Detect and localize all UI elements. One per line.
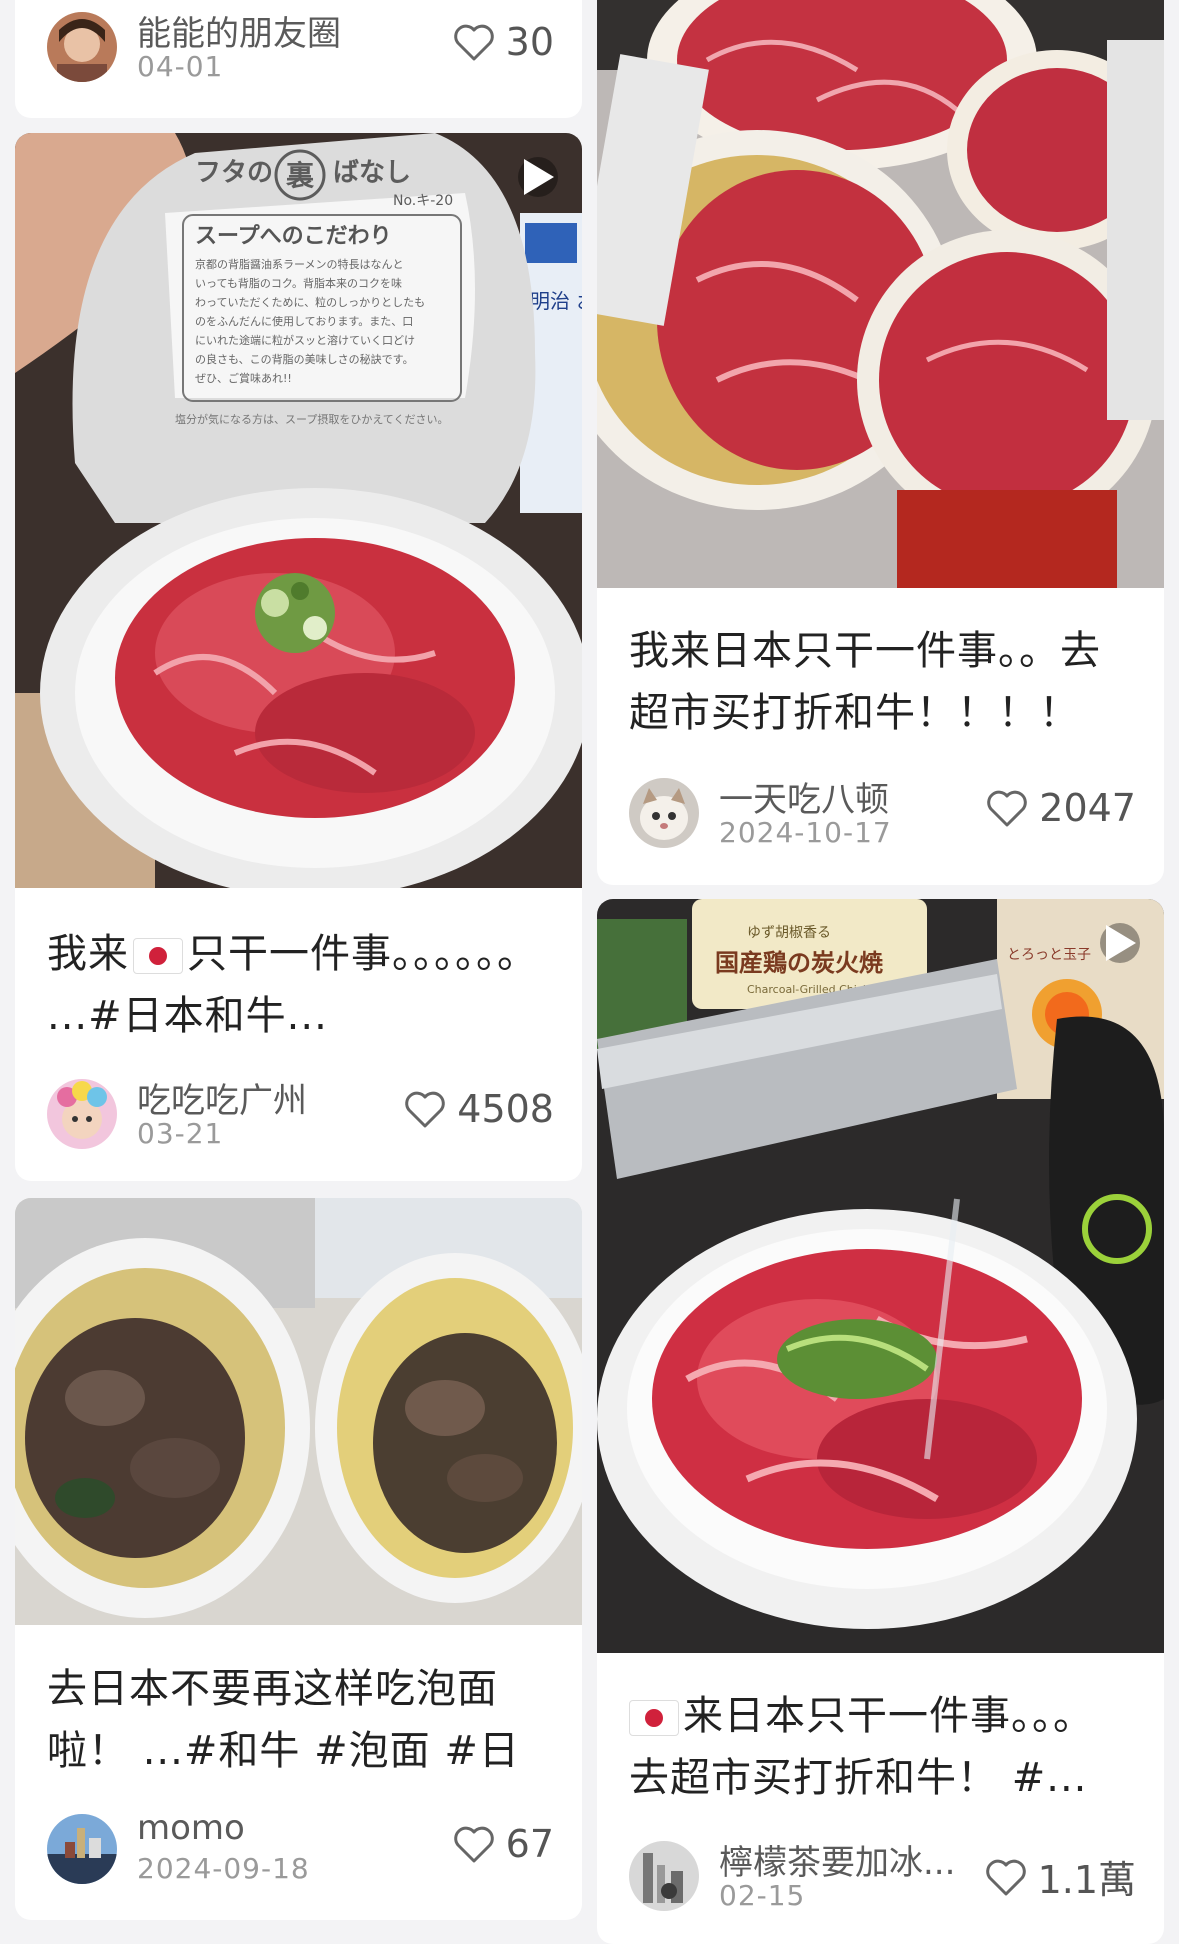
package-text: とろっと玉子	[1007, 947, 1091, 963]
lid-mark: 裏	[286, 159, 315, 192]
post-thumbnail[interactable]: ゆず胡椒香る 国産鶏の炭火焼 Charcoal-Grilled Chicken …	[597, 899, 1164, 1653]
avatar-image	[47, 1079, 117, 1149]
lid-line: の良さも、この背脂の美味しさの秘訣です。	[195, 352, 414, 366]
author-avatar[interactable]	[47, 12, 117, 82]
heart-outline-icon	[987, 790, 1028, 827]
author-name[interactable]: 一天吃八顿	[719, 772, 889, 821]
author-name[interactable]: 吃吃吃广州	[137, 1073, 307, 1122]
video-indicator	[1100, 923, 1140, 963]
avatar-image	[47, 12, 117, 82]
lid-line: にいれた途端に粒がスッと溶けていく口どけ	[195, 333, 415, 347]
post-card-5[interactable]: ゆず胡椒香る 国産鶏の炭火焼 Charcoal-Grilled Chicken …	[597, 899, 1164, 1944]
post-thumbnail[interactable]: 明治 おいしい牛乳 フタの 裏 ばなし No.キ-20 スープへのこだわり 京都…	[15, 133, 582, 888]
post-card-1[interactable]: 能能的朋友圈 04-01 30	[15, 0, 582, 118]
lid-brand: フタの	[195, 158, 273, 188]
like-count: 4508	[457, 1087, 554, 1131]
avatar-image	[629, 1841, 699, 1911]
post-title[interactable]: 我来日本只干一件事。。去超市买打折和牛！！！！ ...	[629, 620, 1134, 744]
author-avatar[interactable]	[629, 1841, 699, 1911]
heart-outline-icon	[405, 1091, 446, 1128]
food-photo: ゆず胡椒香る 国産鶏の炭火焼 Charcoal-Grilled Chicken …	[597, 899, 1164, 1653]
post-card-2[interactable]: 明治 おいしい牛乳 フタの 裏 ばなし No.キ-20 スープへのこだわり 京都…	[15, 133, 582, 1181]
lid-line: ぜひ、ご賞味あれ!!	[195, 371, 292, 385]
post-card-4[interactable]: 我来日本只干一件事。。去超市买打折和牛！！！！ ... 一天吃八顿 2024-1…	[597, 0, 1164, 885]
card-author-row: momo 2024-09-18 67	[47, 1808, 554, 1888]
heart-outline-icon	[453, 24, 494, 61]
post-title[interactable]: 去日本不要再这样吃泡面啦！ ...#和牛 #泡面 #日本	[47, 1658, 552, 1782]
food-photo	[15, 1198, 582, 1625]
lid-note: 塩分が気になる方は、スープ摂取をひかえてください。	[175, 412, 448, 426]
author-name[interactable]: 檸檬茶要加冰...	[719, 1835, 955, 1884]
author-avatar[interactable]	[47, 1079, 117, 1149]
post-title[interactable]: 我来 只干一件事。。。。。。 ...#日本和牛...	[47, 923, 552, 1047]
lid-line: わっていただくために、粒のしっかりとしたも	[195, 295, 425, 309]
author-avatar[interactable]	[47, 1814, 117, 1884]
author-name[interactable]: momo	[137, 1808, 245, 1848]
japan-flag-icon	[629, 1700, 679, 1736]
package-text: ゆず胡椒香る	[747, 925, 831, 941]
lid-line: 京都の背脂醤油系ラーメンの特長はなんと	[195, 257, 404, 271]
milk-box-text: 明治 おいしい牛乳	[530, 289, 582, 313]
post-date: 03-21	[137, 1117, 224, 1150]
like-count: 2047	[1039, 786, 1136, 830]
post-card-3[interactable]: 去日本不要再这样吃泡面啦！ ...#和牛 #泡面 #日本 momo 2024-0…	[15, 1198, 582, 1920]
title-text: 我来	[47, 931, 129, 977]
title-text: 来日本只干一件事。。。去超市买打折和牛！ #...	[629, 1693, 1094, 1801]
food-photo	[597, 0, 1164, 588]
post-thumbnail[interactable]	[597, 0, 1164, 588]
play-icon	[1106, 925, 1136, 961]
lid-line: のをふんだんに使用しております。また、口	[195, 315, 413, 328]
card-author-row: 檸檬茶要加冰... 02-15 1.1萬	[629, 1835, 1136, 1915]
play-icon	[524, 159, 554, 195]
lid-number: No.キ-20	[393, 193, 453, 209]
like-count: 67	[505, 1822, 554, 1866]
heart-outline-icon	[985, 1859, 1026, 1895]
like-button[interactable]: 4508	[403, 1087, 554, 1131]
video-indicator	[518, 157, 558, 197]
avatar-image	[47, 1814, 117, 1884]
post-date: 02-15	[719, 1879, 806, 1912]
like-button[interactable]: 1.1萬	[984, 1849, 1136, 1904]
food-photo: 明治 おいしい牛乳 フタの 裏 ばなし No.キ-20 スープへのこだわり 京都…	[15, 133, 582, 888]
avatar-image	[629, 778, 699, 848]
author-avatar[interactable]	[629, 778, 699, 848]
post-title[interactable]: 来日本只干一件事。。。去超市买打折和牛！ #...	[629, 1685, 1134, 1809]
card-author-row: 一天吃八顿 2024-10-17 2047	[629, 772, 1136, 852]
like-count: 1.1萬	[1037, 1858, 1136, 1902]
heart-outline-icon	[453, 1826, 494, 1863]
post-thumbnail[interactable]	[15, 1198, 582, 1625]
lid-line: いっても背脂のコク。背脂本来のコクを味	[195, 276, 402, 290]
post-date: 04-01	[137, 50, 224, 83]
author-name[interactable]: 能能的朋友圈	[137, 6, 341, 55]
card-author-row: 能能的朋友圈 04-01 30	[47, 6, 554, 86]
lid-brand-2: ばなし	[333, 158, 411, 188]
post-date: 2024-09-18	[137, 1852, 310, 1885]
package-text: 国産鶏の炭火焼	[715, 949, 883, 977]
card-author-row: 吃吃吃广州 03-21 4508	[47, 1073, 554, 1153]
post-date: 2024-10-17	[719, 816, 892, 849]
like-button[interactable]: 67	[452, 1822, 554, 1866]
like-button[interactable]: 30	[452, 20, 554, 64]
japan-flag-icon	[133, 938, 183, 974]
like-button[interactable]: 2047	[985, 786, 1136, 830]
like-count: 30	[505, 20, 554, 64]
lid-heading: スープへのこだわり	[195, 224, 392, 249]
